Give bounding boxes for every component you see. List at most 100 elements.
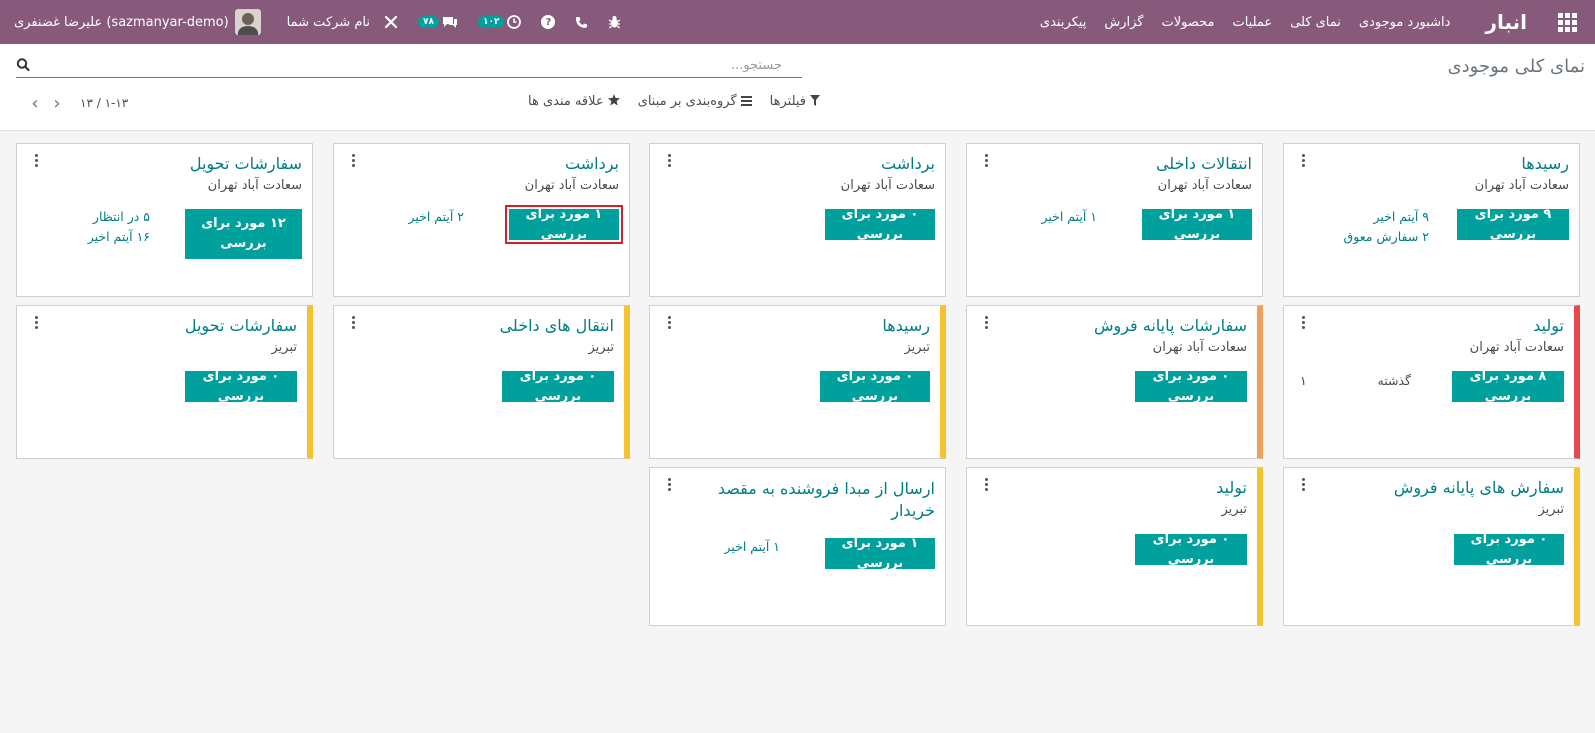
card-title[interactable]: برداشت — [881, 154, 935, 173]
menu-products[interactable]: محصولات — [1161, 15, 1214, 30]
kanban-card-delivery-tehran[interactable]: سفارشات تحویل سعادت آباد تهران ۱۲ مورد ب… — [16, 143, 313, 297]
to-process-button[interactable]: ۰ مورد برای بررسی — [825, 207, 935, 242]
card-menu-icon[interactable] — [980, 154, 988, 168]
bug-icon[interactable] — [608, 15, 621, 29]
late-count[interactable]: ۱ — [1300, 373, 1307, 388]
kanban-card-manufacturing-tehran[interactable]: تولید سعادت آباد تهران ۸ مورد برای بررسی… — [1283, 305, 1580, 459]
to-process-button[interactable]: ۰ مورد برای بررسی — [185, 369, 297, 404]
kanban-card-internal-tehran[interactable]: انتقالات داخلی سعادت آباد تهران ۱ مورد ب… — [966, 143, 1263, 297]
card-subtitle: سعادت آباد تهران — [1474, 178, 1569, 193]
clock-icon[interactable]: ۱۰۲ — [477, 15, 522, 29]
tools-icon[interactable] — [384, 15, 398, 29]
waiting-link[interactable]: ۵ در انتظار — [93, 209, 150, 224]
to-process-button[interactable]: ۰ مورد برای بررسی — [502, 369, 614, 404]
backorders-link[interactable]: ۲ سفارش معوق — [1344, 229, 1429, 244]
recent-items-link[interactable]: ۱ آیتم اخیر — [724, 539, 780, 554]
recent-items-link[interactable]: ۱۶ آیتم اخیر — [88, 229, 150, 244]
card-subtitle: سعادت آباد تهران — [1152, 340, 1247, 355]
list-icon — [740, 95, 752, 109]
kanban-card-pos-tehran[interactable]: سفارشات پایانه فروش سعادت آباد تهران ۰ م… — [966, 305, 1263, 459]
activities-badge: ۱۰۲ — [477, 16, 505, 28]
kanban-card-delivery-tabriz[interactable]: سفارشات تحویل تبریز ۰ مورد برای بررسی — [16, 305, 313, 459]
to-process-button[interactable]: ۰ مورد برای بررسی — [1135, 532, 1247, 567]
to-process-button[interactable]: ۱ مورد برای بررسی — [509, 207, 619, 242]
card-title[interactable]: رسیدها — [1521, 154, 1569, 173]
card-menu-icon[interactable] — [1297, 478, 1305, 492]
pager: ‹ › ۱-۱۳ / ۱۳ — [24, 93, 128, 114]
to-process-button[interactable]: ۰ مورد برای بررسی — [820, 369, 930, 404]
kanban-card-internal-tabriz[interactable]: انتقال های داخلی تبریز ۰ مورد برای بررسی — [333, 305, 630, 459]
card-title[interactable]: سفارشات تحویل — [185, 316, 297, 335]
pager-previous-icon[interactable]: ‹ — [24, 93, 46, 114]
card-title[interactable]: ارسال از مبدا فروشنده به مقصد خریدار — [715, 478, 935, 522]
pager-next-icon[interactable]: › — [46, 93, 68, 114]
recent-items-link[interactable]: ۹ آیتم اخیر — [1373, 209, 1429, 224]
card-title[interactable]: سفارشات تحویل — [190, 154, 302, 173]
search-icon[interactable] — [16, 57, 30, 73]
kanban-view: رسیدها سعادت آباد تهران ۹ مورد برای بررس… — [0, 131, 1595, 733]
menu-reporting[interactable]: گزارش — [1104, 15, 1143, 30]
card-title[interactable]: برداشت — [565, 154, 619, 173]
menu-dashboard[interactable]: داشبورد موجودی — [1359, 15, 1451, 30]
filters-button[interactable]: فیلترها — [770, 94, 821, 109]
kanban-card-receipts-tabriz[interactable]: رسیدها تبریز ۰ مورد برای بررسی — [649, 305, 946, 459]
group-by-label: گروه‌بندی بر مبنای — [637, 94, 737, 109]
card-title[interactable]: تولید — [1533, 316, 1564, 335]
favorites-button[interactable]: علاقه مندی ها — [528, 94, 620, 109]
card-menu-icon[interactable] — [1297, 316, 1305, 330]
recent-items-link[interactable]: ۲ آیتم اخیر — [408, 209, 464, 224]
apps-icon[interactable] — [1545, 0, 1589, 44]
to-process-button[interactable]: ۰ مورد برای بررسی — [1135, 369, 1247, 404]
chat-icon[interactable]: ۷۸ — [417, 15, 458, 29]
pager-value[interactable]: ۱-۱۳ / ۱۳ — [80, 96, 128, 110]
control-panel: نمای کلی موجودی فیلترها گروه‌بندی بر مبن… — [0, 44, 1595, 131]
app-brand[interactable]: انبار — [1485, 10, 1527, 34]
card-title[interactable]: سفارش های پایانه فروش — [1394, 478, 1564, 497]
phone-icon[interactable] — [575, 16, 588, 29]
card-menu-icon[interactable] — [347, 316, 355, 330]
card-title[interactable]: انتقالات داخلی — [1156, 154, 1252, 173]
to-process-button[interactable]: ۱ مورد برای بررسی — [1142, 207, 1252, 242]
menu-operations[interactable]: عملیات — [1232, 15, 1272, 30]
nav-menu: انبار داشبورد موجودی نمای کلی عملیات محص… — [1031, 0, 1595, 44]
help-icon[interactable]: ? — [541, 15, 556, 29]
card-menu-icon[interactable] — [30, 154, 38, 168]
card-title[interactable]: تولید — [1216, 478, 1247, 497]
company-switcher[interactable]: نام شرکت شما — [287, 15, 370, 30]
recent-items-link[interactable]: ۱ آیتم اخیر — [1041, 209, 1097, 224]
to-process-button[interactable]: ۹ مورد برای بررسی — [1457, 207, 1569, 242]
kanban-card-manufacturing-tabriz[interactable]: تولید تبریز ۰ مورد برای بررسی — [966, 467, 1263, 626]
kanban-card-pick-tehran-1[interactable]: برداشت سعادت آباد تهران ۰ مورد برای بررس… — [649, 143, 946, 297]
to-process-button[interactable]: ۸ مورد برای بررسی — [1452, 369, 1564, 404]
favorites-label: علاقه مندی ها — [528, 94, 604, 109]
to-process-button[interactable]: ۱ مورد برای بررسی — [825, 536, 935, 571]
card-subtitle: تبریز — [1221, 502, 1247, 517]
kanban-card-receipts-tehran[interactable]: رسیدها سعادت آباد تهران ۹ مورد برای بررس… — [1283, 143, 1580, 297]
card-menu-icon[interactable] — [347, 154, 355, 168]
avatar[interactable] — [234, 9, 261, 35]
search-input[interactable] — [40, 54, 782, 76]
card-title[interactable]: رسیدها — [882, 316, 930, 335]
kanban-card-pick-tehran-2[interactable]: برداشت سعادت آباد تهران ۱ مورد برای بررس… — [333, 143, 630, 297]
card-menu-icon[interactable] — [30, 316, 38, 330]
late-label[interactable]: گذشته — [1378, 373, 1411, 388]
card-menu-icon[interactable] — [663, 154, 671, 168]
card-menu-icon[interactable] — [663, 316, 671, 330]
menu-configuration[interactable]: پیکربندی — [1040, 15, 1086, 30]
search-options: فیلترها گروه‌بندی بر مبنای علاقه مندی ها — [510, 94, 821, 109]
card-menu-icon[interactable] — [980, 478, 988, 492]
menu-overview[interactable]: نمای کلی — [1290, 15, 1341, 30]
to-process-button[interactable]: ۱۲ مورد برای بررسی — [185, 209, 302, 259]
to-process-button[interactable]: ۰ مورد برای بررسی — [1454, 532, 1564, 567]
group-by-button[interactable]: گروه‌بندی بر مبنای — [638, 94, 752, 109]
filter-icon — [810, 94, 821, 109]
kanban-card-dropship[interactable]: ارسال از مبدا فروشنده به مقصد خریدار ۱ م… — [649, 467, 946, 626]
card-title[interactable]: انتقال های داخلی — [500, 316, 614, 335]
card-menu-icon[interactable] — [980, 316, 988, 330]
card-menu-icon[interactable] — [663, 478, 671, 492]
user-name[interactable]: علیرضا غضنفری (sazmanyar-demo) — [14, 15, 229, 30]
card-menu-icon[interactable] — [1297, 154, 1305, 168]
card-title[interactable]: سفارشات پایانه فروش — [1094, 316, 1247, 335]
kanban-card-pos-tabriz[interactable]: سفارش های پایانه فروش تبریز ۰ مورد برای … — [1283, 467, 1580, 626]
top-navbar: انبار داشبورد موجودی نمای کلی عملیات محص… — [0, 0, 1595, 44]
